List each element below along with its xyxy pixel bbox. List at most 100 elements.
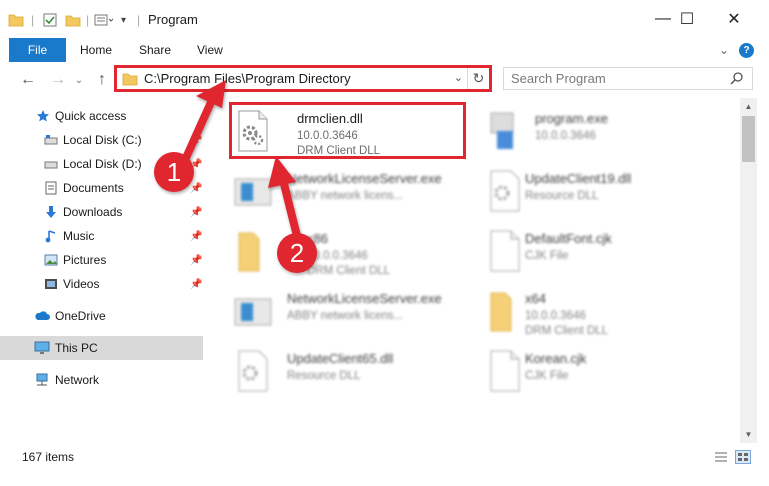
up-button[interactable]: ↑ <box>92 70 112 90</box>
address-highlight-box <box>114 65 492 92</box>
file-item-updateclient65[interactable]: UpdateClient65.dll Resource DLL <box>227 341 467 401</box>
network-icon <box>34 372 50 388</box>
file-item-korean[interactable]: Korean.cjk CJK File <box>479 341 719 401</box>
pin-icon[interactable]: 📌 <box>190 279 202 290</box>
scroll-thumb[interactable] <box>742 116 755 162</box>
file-highlight-box <box>229 102 466 159</box>
drive-icon <box>43 132 59 148</box>
maximize-button[interactable]: ☐ <box>664 0 710 38</box>
exe-window-icon <box>233 169 273 213</box>
music-icon <box>43 228 59 244</box>
file-description: CJK File <box>525 250 569 262</box>
dll-gear-icon <box>485 169 525 213</box>
pictures-icon <box>43 252 59 268</box>
pin-icon[interactable]: 📌 <box>190 255 202 266</box>
customize-qa-icon[interactable]: ▾ <box>121 10 126 30</box>
search-input[interactable]: Search Program <box>503 67 753 90</box>
documents-icon <box>43 180 59 196</box>
file-name: UpdateClient19.dll <box>525 171 632 186</box>
pin-icon[interactable]: 📌 <box>190 183 202 194</box>
dll-gear-icon <box>233 349 273 393</box>
scroll-down-icon[interactable]: ▼ <box>740 426 757 443</box>
view-options-icon[interactable] <box>94 10 114 30</box>
recent-locations-button[interactable]: ⌄ <box>69 70 89 90</box>
forward-button[interactable]: → <box>48 70 68 90</box>
details-view-icon[interactable] <box>713 450 729 464</box>
qa-separator: | <box>31 13 35 27</box>
folder-icon <box>8 10 24 30</box>
file-description: CJK File <box>525 370 569 382</box>
file-name: Korean.cjk <box>525 351 587 366</box>
close-button[interactable]: ✕ <box>711 0 757 38</box>
search-placeholder: Search Program <box>511 71 606 86</box>
file-description: DRM Client DLL <box>525 325 609 337</box>
exe-icon <box>485 109 525 153</box>
qa-separator: | <box>86 13 90 27</box>
file-item-networklicenseserver-2[interactable]: NetworkLicenseServer.exe ABBY network li… <box>227 281 467 341</box>
navigation-pane: Quick access Local Disk (C:) 📌 Local Dis… <box>0 98 207 443</box>
scroll-up-icon[interactable]: ▲ <box>740 98 757 115</box>
sidebar-item-this-pc[interactable]: This PC <box>0 336 203 360</box>
file-name: NetworkLicenseServer.exe <box>287 171 442 186</box>
tab-file[interactable]: File <box>9 38 66 62</box>
search-icon[interactable] <box>730 71 744 88</box>
sidebar-item-videos[interactable]: Videos 📌 <box>0 272 203 296</box>
properties-icon[interactable] <box>42 10 58 30</box>
sidebar-item-network[interactable]: Network <box>0 368 203 392</box>
sidebar-item-downloads[interactable]: Downloads 📌 <box>0 200 203 224</box>
file-item-updateclient19[interactable]: UpdateClient19.dll Resource DLL <box>479 161 719 221</box>
pin-icon[interactable]: 📌 <box>190 207 202 218</box>
sidebar-item-quick-access[interactable]: Quick access <box>0 104 203 128</box>
new-folder-icon[interactable] <box>65 10 81 30</box>
cloud-icon <box>34 308 50 324</box>
file-item-defaultfont[interactable]: DefaultFont.cjk CJK File <box>479 221 719 281</box>
file-item-program-exe[interactable]: program.exe 10.0.0.3646 <box>479 101 719 161</box>
file-name: program.exe <box>535 111 608 126</box>
back-button[interactable]: ← <box>18 70 38 90</box>
file-item-x64[interactable]: x64 10.0.0.3646 DRM Client DLL <box>479 281 719 341</box>
file-item-x86[interactable]: x86 10.0.0.3646 DRM Client DLL <box>227 221 467 281</box>
file-item-networklicenseserver[interactable]: NetworkLicenseServer.exe ABBY network li… <box>227 161 467 221</box>
tab-view[interactable]: View <box>197 38 223 62</box>
blank-file-icon <box>485 229 525 273</box>
computer-icon <box>34 340 50 356</box>
file-name: NetworkLicenseServer.exe <box>287 291 442 306</box>
ribbon: File Home Share View ⌄ ? <box>0 38 769 62</box>
folder-icon <box>485 289 525 333</box>
sidebar-item-pictures[interactable]: Pictures 📌 <box>0 248 203 272</box>
file-description: ABBY network licens... <box>287 310 404 322</box>
folder-icon <box>233 229 273 273</box>
status-bar: 167 items <box>0 443 769 471</box>
sidebar-item-local-disk-c[interactable]: Local Disk (C:) 📌 <box>0 128 203 152</box>
downloads-icon <box>43 204 59 220</box>
step-badge-2: 2 <box>277 233 317 273</box>
help-button[interactable]: ? <box>739 43 754 58</box>
sidebar-item-music[interactable]: Music 📌 <box>0 224 203 248</box>
step-badge-1: 1 <box>154 152 194 192</box>
drive-icon <box>43 156 59 172</box>
file-version: 10.0.0.3646 <box>535 130 596 142</box>
pin-icon[interactable]: 📌 <box>190 231 202 242</box>
window-title: Program <box>148 12 198 27</box>
file-name: UpdateClient65.dll <box>287 351 394 366</box>
file-version: 10.0.0.3646 <box>525 310 586 322</box>
file-description: Resource DLL <box>525 190 599 202</box>
file-description: Resource DLL <box>287 370 361 382</box>
sidebar-item-onedrive[interactable]: OneDrive <box>0 304 203 328</box>
tab-home[interactable]: Home <box>80 38 112 62</box>
tab-share[interactable]: Share <box>139 38 171 62</box>
vertical-scrollbar[interactable]: ▲ ▼ <box>740 98 757 443</box>
videos-icon <box>43 276 59 292</box>
file-name: x64 <box>525 291 546 306</box>
file-name: DefaultFont.cjk <box>525 231 612 246</box>
large-icons-view-icon[interactable] <box>735 450 751 464</box>
qa-separator: | <box>137 13 141 27</box>
file-description: DRM Client DLL <box>307 265 391 277</box>
star-icon <box>35 108 51 124</box>
blank-file-icon <box>485 349 525 393</box>
pin-icon[interactable]: 📌 <box>190 135 202 146</box>
exe-window-icon <box>233 289 273 333</box>
navigation-bar: ← → ⌄ ↑ C:\Program Files\Program Directo… <box>0 62 769 98</box>
item-count: 167 items <box>22 450 75 464</box>
expand-ribbon-button[interactable]: ⌄ <box>717 41 731 59</box>
